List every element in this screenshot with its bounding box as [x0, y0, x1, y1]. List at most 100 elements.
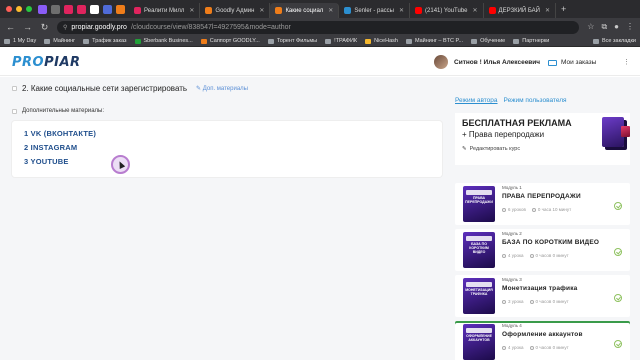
lessons-label: 4 урока: [508, 253, 524, 258]
extra-materials-link[interactable]: ✎ Доп. материалы: [196, 85, 248, 92]
bookmark-label: 1 My Day: [13, 38, 37, 44]
bookmark-item[interactable]: 1 My Day: [4, 38, 36, 44]
tab-favicon-icon: [415, 7, 423, 14]
bookmark-item[interactable]: Sberbank Busines...: [134, 38, 193, 44]
check-circle-icon: [614, 294, 622, 302]
browser-tab[interactable]: ДЕРЗКИЙ БАЙ ✕: [484, 3, 557, 18]
browser-menu-icon[interactable]: ⋮: [626, 22, 634, 32]
profile-icon[interactable]: ●: [614, 22, 619, 32]
close-window-button[interactable]: [6, 6, 12, 12]
tab-label: Реалити Милл: [144, 7, 185, 14]
pinned-tab-icon[interactable]: [103, 4, 112, 14]
bookmark-label: Все закладки: [601, 38, 636, 44]
propiar-logo[interactable]: PROPIAR: [12, 55, 81, 70]
site-header: PROPIAR Ситнов ! Илья Алексеевич Мои зак…: [0, 48, 640, 76]
pinned-tab-icon[interactable]: [51, 4, 60, 14]
folder-icon: [4, 38, 10, 44]
edit-course-link[interactable]: ✎ Редактировать курс: [462, 146, 520, 152]
pinned-tab-icon[interactable]: [90, 4, 99, 14]
nicehash-icon: [365, 38, 372, 44]
module-thumbnail: ПРАВА ПЕРЕПРОДАЖИ: [463, 186, 495, 222]
bookmark-item[interactable]: Обучение: [471, 38, 505, 44]
browser-toolbar: ← → ↻ ⚲ propiar.goodly.pro/cloudcourse/v…: [0, 18, 640, 36]
extensions-icon[interactable]: ⧉: [601, 22, 607, 32]
module-number: Модуль 1: [502, 185, 522, 190]
user-profile[interactable]: Ситнов ! Илья Алексеевич: [434, 55, 540, 69]
bookmark-item[interactable]: NiceHash: [365, 38, 398, 44]
site-info-icon[interactable]: ⚲: [63, 24, 67, 31]
thumb-band: [466, 282, 492, 287]
tab-label: (2141) YouTube: [425, 7, 468, 14]
address-bar[interactable]: ⚲ propiar.goodly.pro/cloudcourse/view/83…: [57, 20, 580, 34]
module-card[interactable]: БАЗА ПО КОРОТКИМ ВИДЕО Модуль 2 БАЗА ПО …: [455, 229, 630, 271]
back-icon[interactable]: ←: [6, 22, 15, 32]
logo-part: PRO: [12, 55, 45, 70]
browser-tab[interactable]: Goodly Админ ✕: [200, 3, 271, 18]
window-controls: [6, 6, 32, 12]
module-meta: 3 урока 0 часов 0 минут: [502, 299, 569, 304]
bookmark-item[interactable]: Трафик заказ: [83, 38, 127, 44]
tab-favicon-icon: [488, 7, 496, 14]
lesson-checkbox[interactable]: [12, 86, 17, 91]
bookmark-item[interactable]: Майнинг – BTC P...: [405, 38, 464, 44]
bookmark-label: Обучение: [480, 38, 506, 44]
bookmark-item[interactable]: Саппорт GOODLY...: [200, 38, 260, 44]
thumb-label: ПРАВА ПЕРЕПРОДАЖИ: [465, 196, 493, 205]
more-menu-icon[interactable]: ⋮: [623, 58, 630, 66]
material-item[interactable]: 3 YOUTUBE: [24, 157, 69, 166]
close-tab-icon[interactable]: ✕: [189, 7, 194, 14]
module-meta: 4 урока 0 часов 0 минут: [502, 345, 569, 350]
forward-icon[interactable]: →: [23, 22, 32, 32]
bookmark-item[interactable]: Торент Фильмы: [267, 38, 318, 44]
browser-tab[interactable]: Реалити Милл ✕: [129, 3, 201, 18]
pinned-tab-icon[interactable]: [77, 4, 86, 14]
material-item[interactable]: 1 VK (ВКОНТАКТЕ): [24, 129, 96, 138]
close-tab-icon[interactable]: ✕: [259, 7, 264, 14]
bookmark-label: NiceHash: [374, 38, 398, 44]
new-tab-icon[interactable]: +: [561, 4, 566, 14]
pinned-tab-icon[interactable]: [38, 4, 47, 14]
module-number: Модуль 4: [502, 323, 522, 328]
lessons-icon: [502, 254, 506, 258]
page-title: 2. Какие социальные сети зарегистрироват…: [22, 84, 188, 93]
module-card-current[interactable]: ОФОРМЛЕНИЕ АККАУНТОВ Модуль 4 Оформление…: [455, 321, 630, 360]
my-orders-link[interactable]: Мои заказы: [548, 59, 596, 66]
module-card[interactable]: МОНЕТИЗАЦИЯ ТРАФИКА Модуль 3 Монетизация…: [455, 275, 630, 317]
close-tab-icon[interactable]: ✕: [328, 7, 333, 14]
avatar[interactable]: [434, 55, 448, 69]
bookmark-star-icon[interactable]: ☆: [587, 22, 594, 32]
browser-tab[interactable]: (2141) YouTube ✕: [410, 3, 484, 18]
user-mode-link[interactable]: Режим пользователя: [504, 97, 567, 104]
minimize-window-button[interactable]: [16, 6, 22, 12]
module-thumbnail: МОНЕТИЗАЦИЯ ТРАФИКА: [463, 278, 495, 314]
module-card[interactable]: ПРАВА ПЕРЕПРОДАЖИ Модуль 1 ПРАВА ПЕРЕПРО…: [455, 183, 630, 225]
bookmark-item[interactable]: Партнерки: [513, 38, 549, 44]
reload-icon[interactable]: ↻: [40, 22, 49, 33]
lessons-icon: [502, 300, 506, 304]
author-mode-link[interactable]: Режим автора: [455, 97, 498, 104]
zoom-window-button[interactable]: [26, 6, 32, 12]
close-tab-icon[interactable]: ✕: [399, 7, 404, 14]
materials-label: Дополнительные материалы:: [22, 108, 105, 114]
browser-tab-active[interactable]: Какие социал ✕: [270, 3, 340, 18]
bookmark-item[interactable]: Майнинг: [44, 38, 75, 44]
close-tab-icon[interactable]: ✕: [473, 7, 478, 14]
module-title: Оформление аккаунтов: [502, 331, 583, 338]
pinned-tab-icon[interactable]: [64, 4, 73, 14]
material-item[interactable]: 2 INSTAGRAM: [24, 143, 77, 152]
close-tab-icon[interactable]: ✕: [545, 7, 550, 14]
mode-switch: Режим автора Режим пользователя: [455, 97, 567, 104]
materials-checkbox[interactable]: [12, 108, 17, 114]
folder-icon: [592, 38, 599, 44]
tab-favicon-icon: [344, 7, 352, 14]
clock-icon: [529, 300, 534, 304]
bookmark-label: Майнинг – BTC P...: [414, 38, 464, 44]
bookmark-label: Торент Фильмы: [276, 38, 318, 44]
clock-icon: [531, 208, 536, 212]
browser-tab[interactable]: Senler - рассы ✕: [339, 3, 411, 18]
pinned-tab-icon[interactable]: [116, 4, 125, 14]
all-bookmarks[interactable]: Все закладки: [592, 38, 636, 44]
bookmark-item[interactable]: !ТРАФИК: [325, 38, 357, 44]
module-title: Монетизация трафика: [502, 285, 578, 292]
folder-icon: [471, 38, 478, 44]
